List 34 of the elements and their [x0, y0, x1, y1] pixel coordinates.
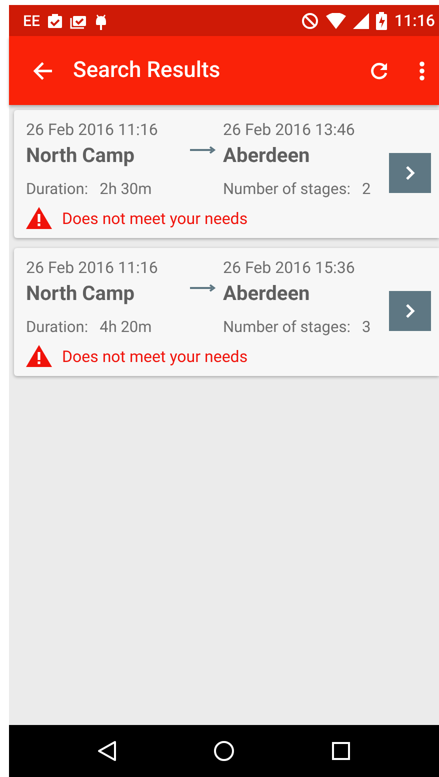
- carrier-label: EE: [23, 12, 40, 30]
- recents-nav-button[interactable]: [331, 741, 351, 761]
- arrival-time: 26 Feb 2016 13:46: [223, 119, 356, 140]
- departure-time: 26 Feb 2016 11:16: [26, 119, 159, 140]
- warning-message: Does not meet your needs: [62, 208, 248, 228]
- open-details-button[interactable]: [389, 291, 431, 331]
- chevron-right-icon: [405, 304, 415, 318]
- warning-icon: [26, 345, 52, 367]
- arrival-time: 26 Feb 2016 15:36: [223, 257, 356, 278]
- battery-charging-icon: [376, 12, 388, 30]
- chevron-right-icon: [405, 166, 415, 180]
- more-options-button[interactable]: [417, 58, 427, 82]
- destination-name: Aberdeen: [223, 142, 311, 169]
- stages-text: Number of stages: 3: [223, 317, 372, 338]
- stages-text: Number of stages: 2: [223, 179, 372, 200]
- open-details-button[interactable]: [389, 153, 431, 193]
- origin-name: North Camp: [26, 142, 136, 169]
- home-nav-button[interactable]: [213, 740, 235, 762]
- warning-icon: [26, 207, 52, 229]
- duration-text: Duration: 4h 20m: [26, 317, 153, 338]
- duration-text: Duration: 2h 30m: [26, 179, 153, 200]
- destination-name: Aberdeen: [223, 280, 311, 307]
- wifi-icon: [326, 12, 346, 28]
- clock-time: 11:16: [394, 11, 435, 30]
- origin-name: North Camp: [26, 280, 136, 307]
- right-arrow-icon: [190, 284, 216, 292]
- departure-time: 26 Feb 2016 11:16: [26, 257, 159, 278]
- back-nav-button[interactable]: [97, 740, 117, 762]
- signal-icon: [353, 12, 370, 28]
- clipboard-check-icon: [46, 12, 63, 28]
- screen-title: Search Results: [73, 58, 222, 83]
- do-not-disturb-icon: [301, 12, 320, 30]
- right-arrow-icon: [190, 146, 216, 154]
- warning-message: Does not meet your needs: [62, 346, 248, 366]
